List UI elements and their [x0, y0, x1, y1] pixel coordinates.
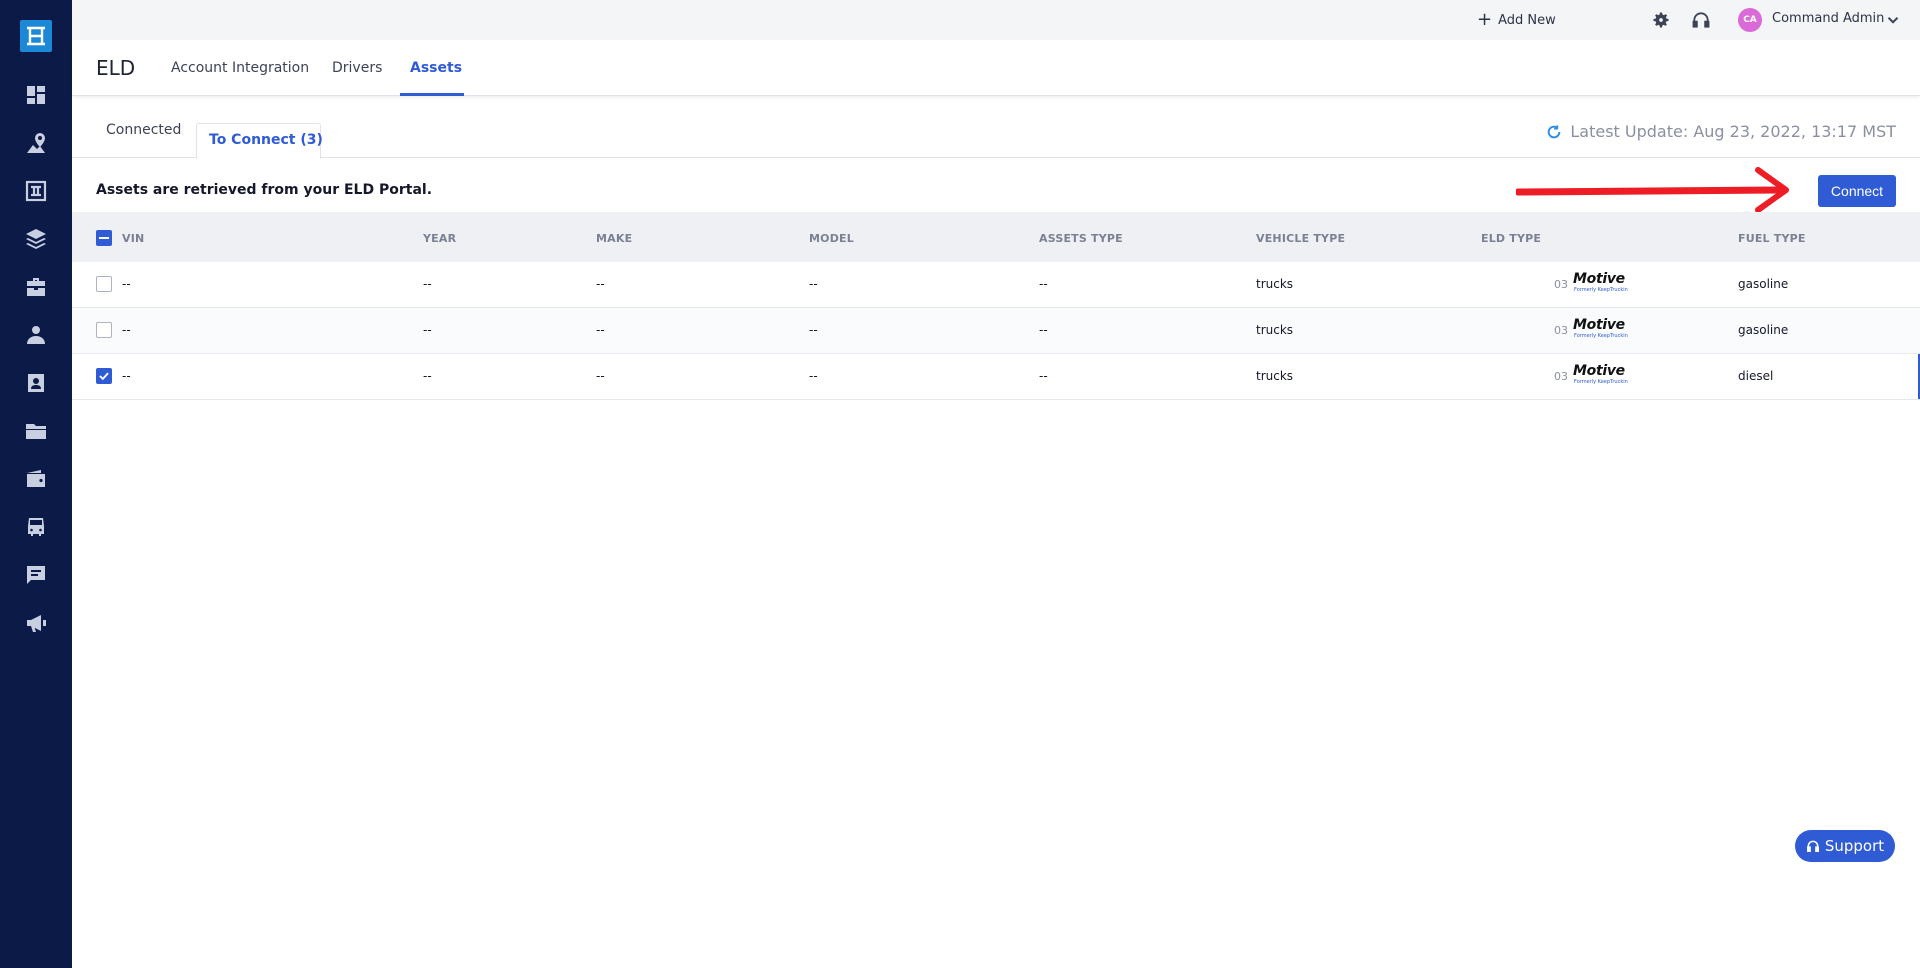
subtabs: Connected To Connect (3) Latest Update: …: [72, 108, 1920, 159]
col-vehicle-type[interactable]: VEHICLE TYPE: [1256, 232, 1345, 245]
motive-logo: Motive Formerly KeepTruckin: [1573, 364, 1631, 388]
headset-icon: [1806, 840, 1819, 853]
user-name[interactable]: Command Admin: [1772, 11, 1884, 26]
cell-fuel-type: gasoline: [1738, 277, 1789, 291]
sidebar: [0, 0, 72, 968]
active-tab-indicator: [400, 93, 464, 96]
col-year[interactable]: YEAR: [423, 232, 456, 245]
cell-vin: --: [122, 323, 131, 337]
table-row[interactable]: -- -- -- -- -- trucks 03 Motive Formerly …: [72, 354, 1920, 400]
cell-year: --: [423, 323, 432, 337]
annotation-arrow-icon: [1516, 167, 1789, 213]
col-make[interactable]: MAKE: [596, 232, 632, 245]
cell-year: --: [423, 277, 432, 291]
col-fuel-type[interactable]: FUEL TYPE: [1738, 232, 1806, 245]
connect-button[interactable]: Connect: [1818, 175, 1896, 207]
chevron-down-icon[interactable]: [1884, 11, 1902, 29]
cell-make: --: [596, 369, 605, 383]
motive-subtitle: Formerly KeepTruckin: [1574, 333, 1628, 339]
tab-account-integration[interactable]: Account Integration: [171, 60, 309, 76]
table-row[interactable]: -- -- -- -- -- trucks 03 Motive Formerly …: [72, 262, 1920, 308]
table-row[interactable]: -- -- -- -- -- trucks 03 Motive Formerly …: [72, 308, 1920, 354]
subtab-connected[interactable]: Connected: [106, 122, 181, 138]
tab-drivers[interactable]: Drivers: [332, 60, 382, 76]
driver-icon[interactable]: [24, 323, 48, 347]
motive-logo: Motive Formerly KeepTruckin: [1573, 272, 1631, 296]
add-new-label: Add New: [1498, 12, 1556, 28]
cell-vin: --: [122, 277, 131, 291]
folder-icon[interactable]: [24, 419, 48, 443]
gear-icon[interactable]: [1651, 10, 1671, 30]
cell-vehicle-type: trucks: [1256, 369, 1294, 383]
motive-logo: Motive Formerly KeepTruckin: [1573, 318, 1631, 342]
cell-assets-type: --: [1039, 369, 1048, 383]
cell-vehicle-type: trucks: [1256, 323, 1294, 337]
motive-subtitle: Formerly KeepTruckin: [1574, 287, 1628, 293]
cell-model: --: [809, 323, 818, 337]
latest-update: Latest Update: Aug 23, 2022, 13:17 MST: [1546, 122, 1896, 141]
avatar[interactable]: CA: [1738, 8, 1762, 32]
briefcase-icon[interactable]: [24, 275, 48, 299]
tab-assets[interactable]: Assets: [410, 60, 462, 76]
layers-icon[interactable]: [24, 227, 48, 251]
col-model[interactable]: MODEL: [809, 232, 854, 245]
cell-assets-type: --: [1039, 323, 1048, 337]
col-assets-type[interactable]: ASSETS TYPE: [1039, 232, 1123, 245]
truck-icon[interactable]: [24, 515, 48, 539]
cell-assets-type: --: [1039, 277, 1048, 291]
dashboard-icon[interactable]: [24, 83, 48, 107]
map-route-icon[interactable]: [24, 131, 48, 155]
message-icon[interactable]: [24, 563, 48, 587]
cell-eld-number: 03: [1554, 278, 1568, 291]
support-label: Support: [1824, 837, 1885, 855]
motive-brand: Motive: [1573, 271, 1625, 287]
motive-subtitle: Formerly KeepTruckin: [1574, 379, 1628, 385]
cell-make: --: [596, 323, 605, 337]
select-all-checkbox[interactable]: [96, 230, 112, 246]
row-checkbox[interactable]: [96, 276, 112, 292]
latest-update-text: Latest Update: Aug 23, 2022, 13:17 MST: [1570, 122, 1896, 141]
dispatch-board-icon[interactable]: [24, 179, 48, 203]
col-vin[interactable]: VIN: [122, 232, 144, 245]
checkmark-icon: [99, 372, 109, 381]
page-header: ELD Account Integration Drivers Assets: [72, 40, 1920, 96]
col-eld-type[interactable]: ELD TYPE: [1481, 232, 1541, 245]
cell-fuel-type: diesel: [1738, 369, 1774, 383]
cell-eld-number: 03: [1554, 370, 1568, 383]
motive-brand: Motive: [1573, 363, 1625, 379]
plus-icon: +: [1477, 9, 1493, 30]
subtab-to-connect[interactable]: To Connect (3): [209, 132, 323, 148]
cell-year: --: [423, 369, 432, 383]
cell-model: --: [809, 277, 818, 291]
row-checkbox[interactable]: [96, 322, 112, 338]
cell-make: --: [596, 277, 605, 291]
motive-brand: Motive: [1573, 317, 1625, 333]
support-button[interactable]: Support: [1795, 830, 1895, 862]
wallet-icon[interactable]: [24, 467, 48, 491]
top-bar: + Add New CA Command Admin: [72, 0, 1920, 40]
cell-vehicle-type: trucks: [1256, 277, 1294, 291]
info-text: Assets are retrieved from your ELD Porta…: [96, 182, 433, 198]
megaphone-icon[interactable]: [24, 611, 48, 635]
table-header: VIN YEAR MAKE MODEL ASSETS TYPE VEHICLE …: [72, 212, 1920, 262]
headset-icon[interactable]: [1691, 10, 1711, 30]
app-logo[interactable]: [20, 20, 52, 52]
cell-vin: --: [122, 369, 131, 383]
cell-fuel-type: gasoline: [1738, 323, 1789, 337]
page-title: ELD: [96, 56, 136, 80]
refresh-icon[interactable]: [1546, 124, 1562, 140]
row-checkbox[interactable]: [96, 368, 112, 384]
contact-card-icon[interactable]: [24, 371, 48, 395]
add-new-button[interactable]: + Add New: [1477, 9, 1556, 31]
cell-eld-number: 03: [1554, 324, 1568, 337]
cell-model: --: [809, 369, 818, 383]
